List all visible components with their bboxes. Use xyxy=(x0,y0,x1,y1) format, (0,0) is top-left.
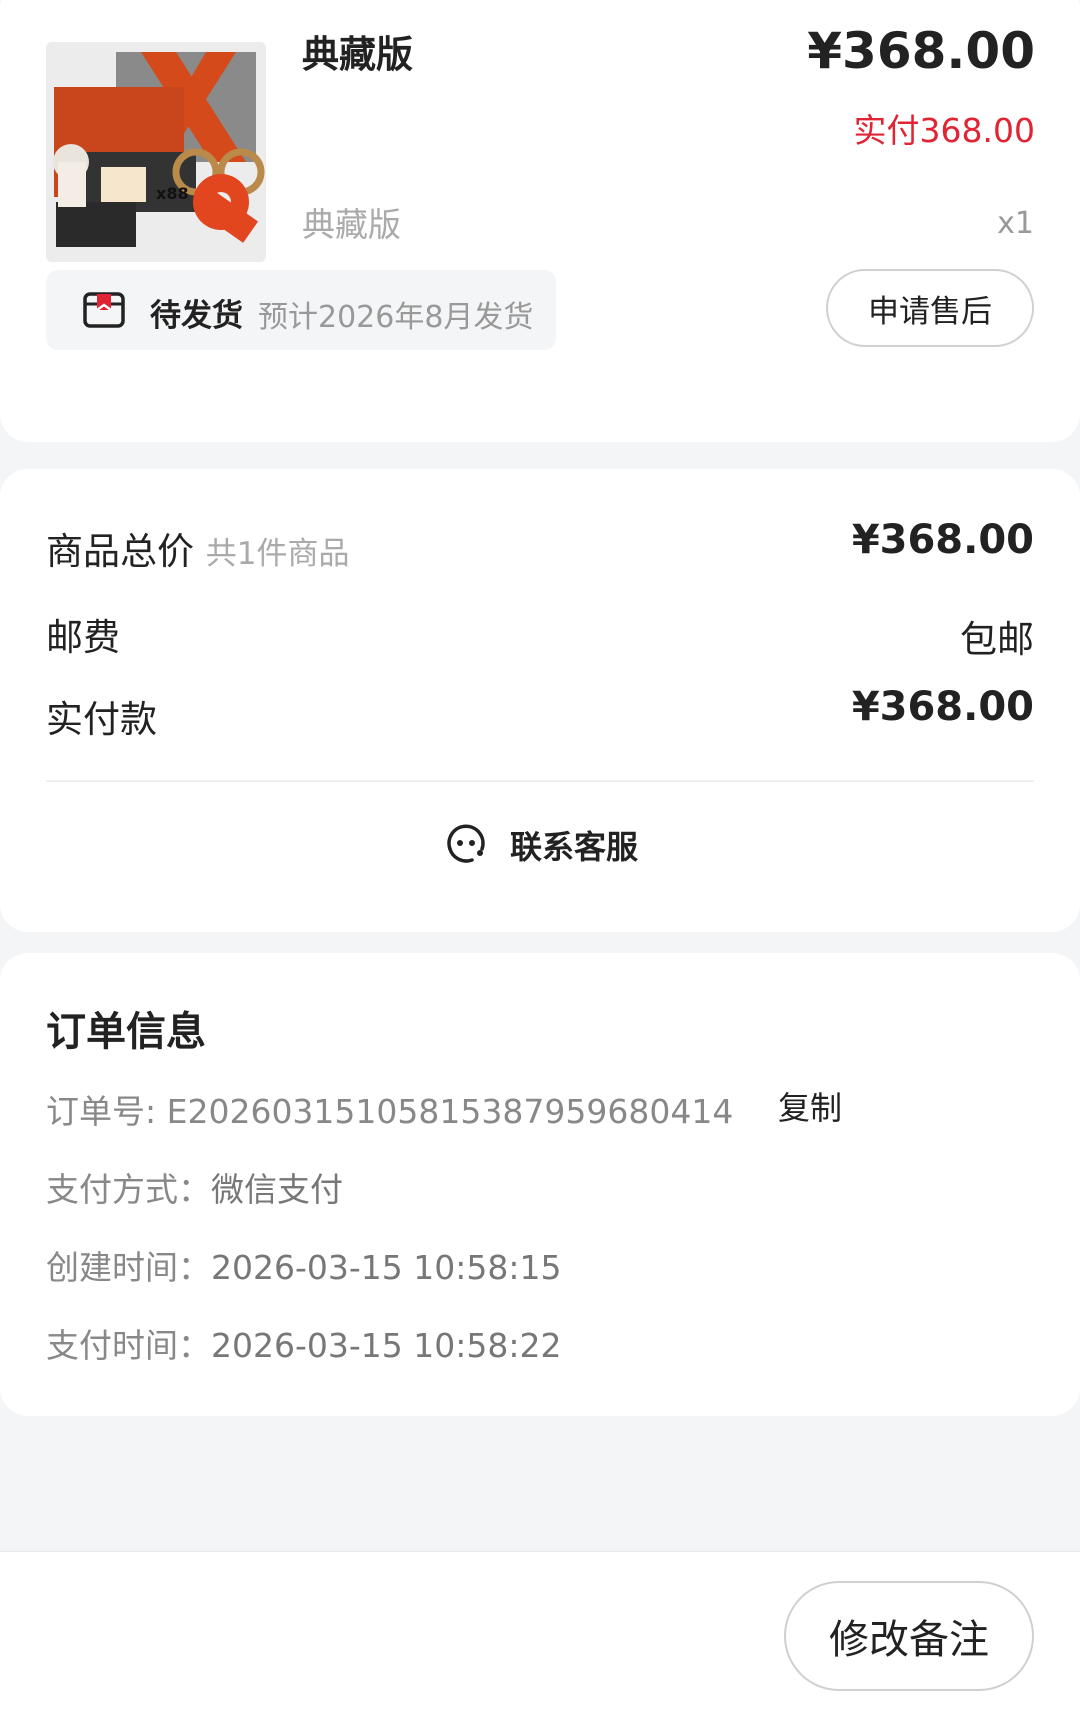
total-price-label: 商品总价 xyxy=(46,530,194,573)
total-price-value: ¥368.00 xyxy=(851,517,1034,563)
product-spec: 典藏版 xyxy=(302,205,401,244)
product-quantity: x1 xyxy=(997,206,1034,241)
price-summary-card: 商品总价 共1件商品 ¥368.00 邮费 包邮 实付款 ¥368.00 联系客… xyxy=(0,469,1080,932)
shipping-fee-value: 包邮 xyxy=(960,618,1034,661)
shipping-status: 待发货 xyxy=(150,298,243,334)
order-number: 订单号: E20260315105815387959680414 xyxy=(46,1092,734,1131)
payment-method-value: 微信支付 xyxy=(211,1170,343,1209)
product-paid-amount: 实付368.00 xyxy=(853,111,1035,150)
contact-service-button[interactable]: 联系客服 xyxy=(0,819,1080,871)
created-time-label: 创建时间： xyxy=(46,1248,211,1287)
created-time-value: 2026-03-15 10:58:15 xyxy=(211,1248,562,1287)
order-info-card: 订单信息 订单号: E20260315105815387959680414 复制… xyxy=(0,953,1080,1416)
shipping-estimate: 预计2026年8月发货 xyxy=(258,300,534,335)
divider xyxy=(46,780,1034,782)
contact-service-label: 联系客服 xyxy=(509,828,638,866)
payment-time-value: 2026-03-15 10:58:22 xyxy=(211,1326,562,1365)
order-info-title: 订单信息 xyxy=(46,1009,206,1055)
product-price: ¥368.00 xyxy=(807,22,1035,80)
after-sales-button[interactable]: 申请售后 xyxy=(826,269,1034,347)
created-time-row: 创建时间：2026-03-15 10:58:15 xyxy=(46,1241,561,1289)
payment-method-label: 支付方式： xyxy=(46,1170,211,1209)
paid-amount-value: ¥368.00 xyxy=(851,684,1034,730)
shipping-status-box[interactable]: 待发货 预计2026年8月发货 xyxy=(46,270,556,350)
paid-amount-label: 实付款 xyxy=(46,698,157,741)
total-price-row: 商品总价 共1件商品 xyxy=(46,521,350,575)
product-title: 典藏版 xyxy=(302,33,413,76)
payment-time-row: 支付时间：2026-03-15 10:58:22 xyxy=(46,1319,561,1367)
bottom-action-bar: 修改备注 xyxy=(0,1551,1080,1724)
product-thumbnail[interactable]: x88 xyxy=(46,42,266,262)
package-icon xyxy=(82,288,126,332)
payment-method-row: 支付方式：微信支付 xyxy=(46,1163,343,1211)
thumb-caption: x88 xyxy=(156,184,189,203)
copy-order-number-button[interactable]: 复制 xyxy=(778,1083,842,1129)
customer-service-icon xyxy=(442,819,490,871)
edit-remark-button[interactable]: 修改备注 xyxy=(784,1581,1034,1691)
payment-time-label: 支付时间： xyxy=(46,1326,211,1365)
item-count: 共1件商品 xyxy=(205,536,350,572)
product-card: x88 典藏版 ¥368.00 实付368.00 典藏版 x1 待发货 预计20… xyxy=(0,0,1080,442)
shipping-fee-label: 邮费 xyxy=(46,616,120,659)
